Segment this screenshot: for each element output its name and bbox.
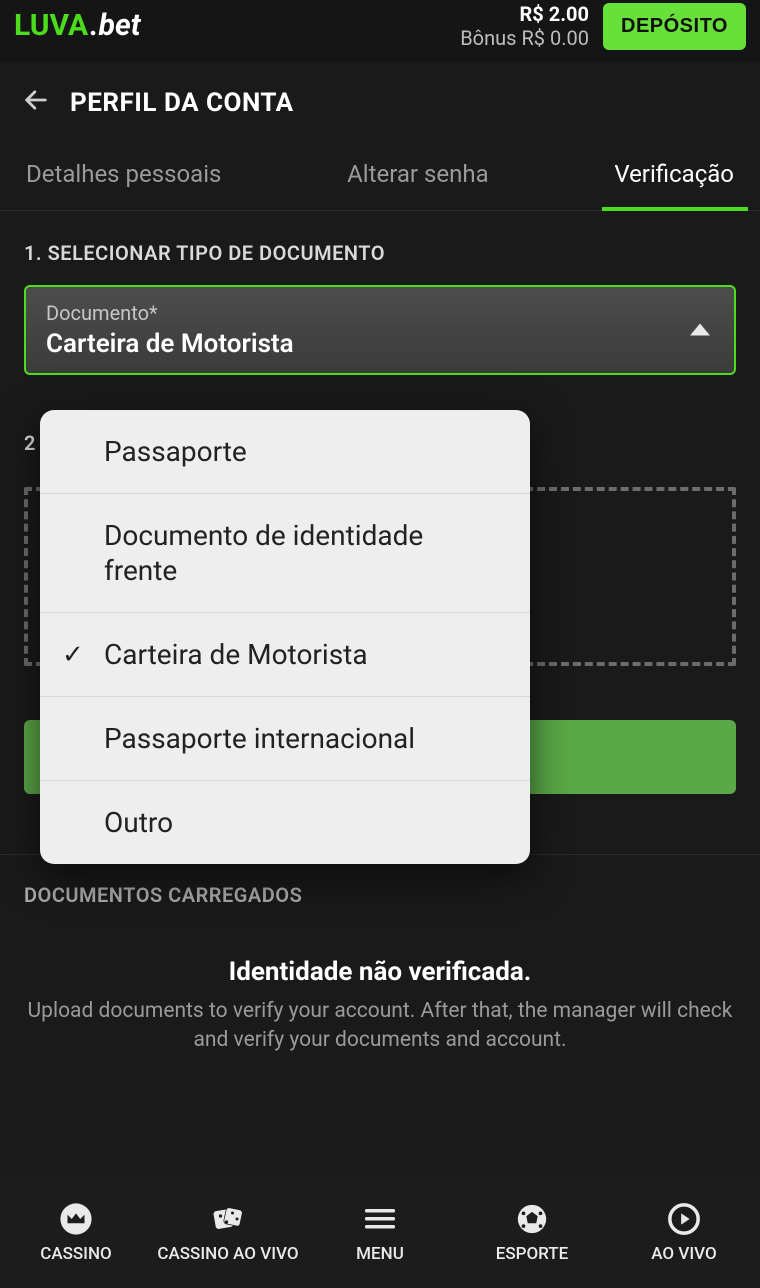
nav-label: CASSINO [40,1244,112,1264]
header-bar: LUVA.bet R$ 2.00 Bônus R$ 0.00 DEPÓSITO [0,0,760,62]
tabs-bar: Detalhes pessoais Alterar senha Verifica… [0,150,760,211]
option-label: Outro [104,806,173,839]
document-type-select[interactable]: Documento* Carteira de Motorista [24,285,736,375]
not-verified-sub: Upload documents to verify your account.… [24,997,736,1056]
crown-icon [59,1200,93,1238]
balance-value: 2.00 [549,2,589,26]
bonus-label: Bônus [460,26,516,50]
balance-block: R$ 2.00 Bônus R$ 0.00 DEPÓSITO [460,2,746,50]
dropdown-option-id-front[interactable]: Documento de identidade frente [40,494,530,613]
play-circle-icon [667,1200,701,1238]
logo-main: LUVA [14,11,88,41]
nav-menu[interactable]: MENU [304,1176,456,1288]
document-type-dropdown: Passaporte Documento de identidade frent… [40,410,530,864]
logo-suffix: .bet [90,11,140,41]
caret-up-icon [690,321,710,340]
checkmark-icon: ✓ [62,638,84,671]
page-title: PERFIL DA CONTA [70,88,294,118]
dropdown-option-passport[interactable]: Passaporte [40,410,530,494]
dropdown-option-drivers-license[interactable]: ✓ Carteira de Motorista [40,613,530,697]
bonus-currency: R$ [521,26,545,50]
uploaded-docs-heading: DOCUMENTOS CARREGADOS [24,883,736,907]
logo[interactable]: LUVA.bet [14,11,141,41]
soccer-ball-icon [515,1200,549,1238]
nav-label: MENU [356,1244,404,1264]
menu-icon [363,1200,397,1238]
dropdown-option-international-passport[interactable]: Passaporte internacional [40,697,530,781]
not-verified-title: Identidade não verificada. [24,957,736,987]
nav-casino[interactable]: CASSINO [0,1176,152,1288]
option-label: Passaporte [104,435,247,468]
balance-currency: R$ [519,2,543,26]
step1-title: 1. SELECIONAR TIPO DE DOCUMENTO [24,241,736,265]
option-label: Documento de identidade frente [104,519,423,587]
nav-label: AO VIVO [651,1244,716,1264]
tab-change-password[interactable]: Alterar senha [343,150,493,210]
option-label: Carteira de Motorista [104,638,368,671]
dice-icon [210,1200,246,1238]
bottom-nav: CASSINO CASSINO AO VIVO MENU ESPORTE AO … [0,1176,760,1288]
bonus-value: 0.00 [550,26,589,50]
nav-sport[interactable]: ESPORTE [456,1176,608,1288]
deposit-button[interactable]: DEPÓSITO [603,3,746,50]
back-arrow-icon[interactable] [22,86,50,120]
uploaded-docs-section: DOCUMENTOS CARREGADOS Identidade não ver… [0,854,760,1056]
tab-personal-details[interactable]: Detalhes pessoais [22,150,225,210]
select-label: Documento* [46,301,714,325]
nav-live[interactable]: AO VIVO [608,1176,760,1288]
nav-live-casino[interactable]: CASSINO AO VIVO [152,1176,304,1288]
page-title-row: PERFIL DA CONTA [0,62,760,150]
nav-label: CASSINO AO VIVO [157,1244,298,1264]
nav-label: ESPORTE [496,1244,569,1264]
option-label: Passaporte internacional [104,722,415,755]
balance-text: R$ 2.00 Bônus R$ 0.00 [460,2,589,50]
dropdown-option-other[interactable]: Outro [40,781,530,864]
tab-verification[interactable]: Verificação [610,150,738,210]
select-value: Carteira de Motorista [46,329,714,359]
